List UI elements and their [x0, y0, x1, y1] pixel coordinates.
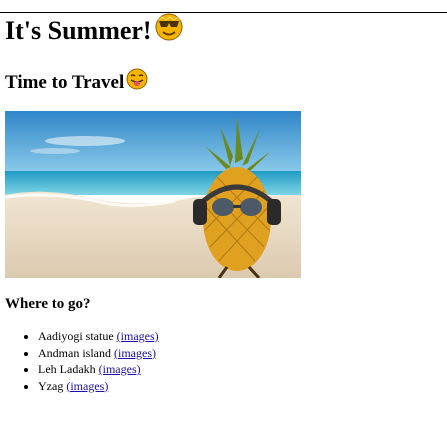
page-title-text: It's Summer!: [5, 16, 152, 45]
section-heading: Where to go?: [5, 296, 91, 312]
list-item: Andman island (images): [38, 345, 442, 362]
page-subtitle-text: Time to Travel: [5, 71, 125, 93]
tongue-out-face-icon: [126, 68, 148, 97]
page-title: It's Summer!: [5, 12, 442, 50]
page-subtitle: Time to Travel: [5, 68, 442, 97]
list-item: Leh Ladakh (images): [38, 361, 442, 378]
destination-name: Leh Ladakh: [38, 362, 96, 376]
images-link[interactable]: (images): [66, 379, 108, 393]
smiling-face-with-sunglasses-icon: [154, 12, 184, 50]
images-link[interactable]: (images): [99, 362, 141, 376]
images-link[interactable]: (images): [114, 346, 156, 360]
list-item: Aadiyogi statue (images): [38, 328, 442, 345]
images-link[interactable]: (images): [117, 329, 159, 343]
beach-pineapple-image: [5, 111, 301, 278]
destination-name: Yzag: [38, 378, 64, 393]
destination-name: Andman island: [38, 345, 111, 360]
page-content: It's Summer! Time to Travel Where to go?…: [0, 12, 447, 394]
destination-list: Aadiyogi statue (images) Andman island (…: [5, 328, 442, 394]
list-item: Yzag (images): [38, 378, 442, 395]
destination-name: Aadiyogi statue: [38, 329, 114, 343]
page-top-border: [0, 12, 447, 13]
